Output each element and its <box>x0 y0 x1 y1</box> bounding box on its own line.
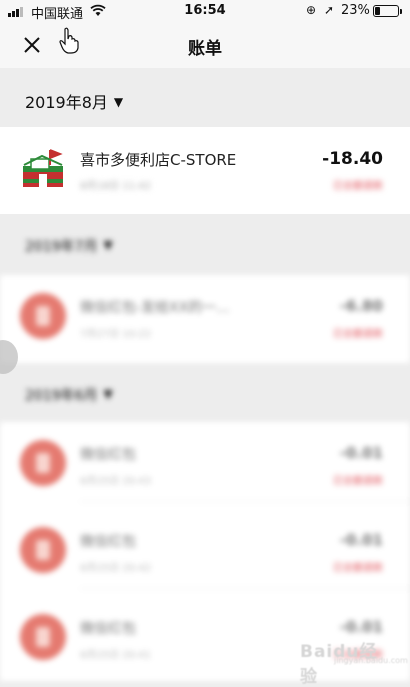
red-packet-icon <box>20 614 66 660</box>
transaction-amount: -0.01 <box>339 444 383 462</box>
transaction-list: 微信红包-发给XX的一... -6.80 7月27日 10:22 已全额退款 <box>0 275 410 363</box>
nav-bar: 账单 <box>0 22 410 68</box>
transaction-list: 喜市多便利店C-STORE -18.40 8月18日 11:42 已全额退款 <box>0 127 410 214</box>
page-title: 账单 <box>188 39 222 59</box>
month-selector[interactable]: 2019年8月 ▼ <box>25 89 123 113</box>
watermark-subtext: jingyan.baidu.com <box>334 656 408 665</box>
month-selector[interactable]: 2019年6月 ▼ <box>25 385 113 405</box>
chevron-down-icon: ▼ <box>113 95 124 109</box>
transaction-row[interactable]: 微信红包-发给XX的一... -6.80 7月27日 10:22 已全额退款 <box>0 275 410 363</box>
divider <box>80 501 410 502</box>
month-label: 2019年8月 <box>25 93 108 112</box>
battery-percent: 23% <box>341 3 370 18</box>
transaction-status: 已全额退款 <box>333 329 383 340</box>
month-label: 2019年7月 <box>25 239 98 255</box>
transaction-time: 8月18日 11:42 <box>80 181 152 192</box>
red-packet-icon <box>20 440 66 486</box>
transaction-row[interactable]: 微信红包 -0.01 6月25日 20:42 已全额退款 <box>0 509 410 589</box>
chevron-down-icon: ▼ <box>103 387 113 401</box>
transaction-time: 6月25日 20:41 <box>80 650 152 661</box>
transaction-time: 6月25日 20:43 <box>80 476 152 487</box>
month-selector[interactable]: 2019年7月 ▼ <box>25 236 113 256</box>
transaction-status: 已全额退款 <box>333 476 383 487</box>
battery-icon <box>373 5 402 17</box>
store-logo-icon <box>23 149 63 187</box>
transaction-status: 已全额退款 <box>333 181 383 192</box>
month-label: 2019年6月 <box>25 388 98 404</box>
transaction-amount: -6.80 <box>339 297 383 315</box>
rotation-lock-icon: ⊕ <box>306 3 317 17</box>
transaction-status: 已全额退款 <box>333 563 383 574</box>
red-packet-icon <box>20 527 66 573</box>
chevron-down-icon: ▼ <box>103 238 113 252</box>
status-bar: 中国联通 16:54 ⊕ ➚ 23% <box>0 0 410 22</box>
transaction-time: 7月27日 10:22 <box>80 329 152 340</box>
merchant-name: 微信红包-发给XX的一... <box>80 300 230 316</box>
location-icon: ➚ <box>324 3 335 17</box>
watermark-logo: Baidu经验 jingyan.baidu.com <box>300 625 408 687</box>
transaction-time: 6月25日 20:42 <box>80 563 152 574</box>
red-packet-icon <box>20 293 66 339</box>
transaction-row[interactable]: 微信红包 -0.01 6月25日 20:43 已全额退款 <box>0 422 410 502</box>
transaction-amount: -18.40 <box>322 149 383 169</box>
merchant-name: 微信红包 <box>80 621 136 637</box>
merchant-name: 微信红包 <box>80 447 136 463</box>
transaction-amount: -0.01 <box>339 531 383 549</box>
merchant-name: 喜市多便利店C-STORE <box>80 151 237 169</box>
transaction-row[interactable]: 喜市多便利店C-STORE -18.40 8月18日 11:42 已全额退款 <box>0 127 410 214</box>
merchant-name: 微信红包 <box>80 534 136 550</box>
divider <box>80 588 410 589</box>
